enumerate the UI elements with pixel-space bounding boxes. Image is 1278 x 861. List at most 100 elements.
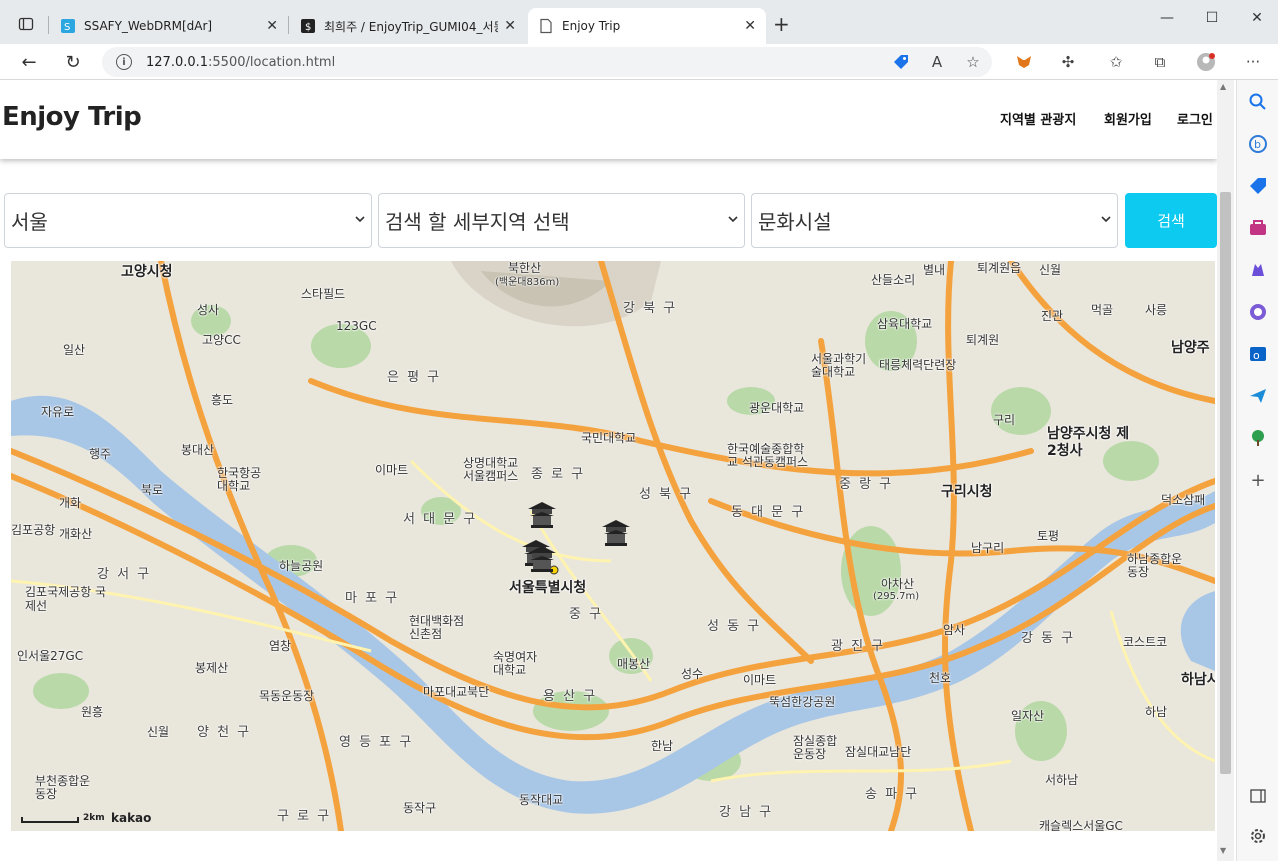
- map-label: 스타필드: [301, 287, 346, 301]
- outlook-icon[interactable]: o: [1248, 344, 1268, 364]
- coupon-tag-icon[interactable]: [891, 52, 911, 72]
- search-form: 서울 검색 할 세부지역 선택 문화시설 검색: [4, 193, 1217, 248]
- page-scrollbar[interactable]: ▲ ▼: [1217, 80, 1234, 861]
- close-tab-icon[interactable]: ✕: [266, 18, 278, 34]
- map-label: 천호: [929, 671, 952, 685]
- palace-marker-icon[interactable]: [525, 499, 559, 533]
- palace-marker-icon[interactable]: [525, 543, 559, 577]
- svg-text:b: b: [1254, 138, 1261, 151]
- scroll-down-arrow-icon[interactable]: ▼: [1220, 846, 1226, 855]
- nav-signup[interactable]: 회원가입: [1104, 109, 1152, 128]
- tools-briefcase-icon[interactable]: [1248, 218, 1268, 238]
- extensions-icon[interactable]: ✣: [1058, 52, 1078, 72]
- map-label: 아차산: [881, 577, 915, 591]
- map-label: 고양시청: [121, 264, 173, 280]
- map-label: 사릉: [1145, 303, 1168, 317]
- bing-chat-icon[interactable]: b: [1248, 134, 1268, 154]
- search-icon[interactable]: [1248, 92, 1268, 112]
- map-label: 중 랑 구: [839, 477, 894, 492]
- svg-text:o: o: [1253, 349, 1260, 362]
- kakao-map[interactable]: 고양시청 스타필드 북한산 (백운대836m) 강 북 구 산들소리 별내 퇴계…: [11, 261, 1215, 831]
- browser-tab-bar: S SSAFY_WebDRM[dAr] ✕ $ 최희주 / EnjoyTrip_…: [0, 0, 1278, 44]
- map-label: 마포대교북단: [423, 685, 490, 699]
- map-label: 김포공항: [11, 523, 56, 537]
- map-label: 목동운동장: [259, 689, 315, 703]
- tab-enjoy-trip[interactable]: Enjoy Trip ✕: [528, 8, 766, 44]
- brand-logo[interactable]: Enjoy Trip: [2, 102, 142, 132]
- map-label: 용 산 구: [543, 689, 598, 704]
- city-hall-label: 서울특별시청: [509, 580, 587, 596]
- close-tab-icon[interactable]: ✕: [504, 18, 516, 34]
- map-label: 한국항공대학교: [217, 466, 262, 493]
- games-icon[interactable]: [1248, 260, 1268, 280]
- gugun-select-value: 검색 할 세부지역 선택: [385, 210, 570, 234]
- tab-github[interactable]: $ 최희주 / EnjoyTrip_GUMI04_서동 ✕: [290, 8, 526, 44]
- map-label: 토평: [1037, 529, 1060, 543]
- map-label: 성사: [197, 303, 220, 317]
- map-label: 중 구: [569, 607, 604, 622]
- tab-actions-icon[interactable]: [14, 12, 38, 36]
- scrollbar-thumb[interactable]: [1220, 192, 1231, 774]
- map-label: 암사: [943, 623, 966, 637]
- sido-select[interactable]: 서울: [4, 193, 372, 248]
- tab-separator: [48, 16, 49, 34]
- add-sidebar-app-icon[interactable]: +: [1248, 470, 1268, 491]
- metamask-extension-icon[interactable]: [1014, 52, 1034, 72]
- microsoft365-icon[interactable]: [1248, 302, 1268, 322]
- search-button[interactable]: 검색: [1125, 193, 1217, 248]
- map-label: 뚝섬한강공원: [769, 695, 836, 709]
- address-bar[interactable]: i 127.0.0.1:5500/location.html: [102, 47, 992, 77]
- settings-more-icon[interactable]: ···: [1243, 52, 1263, 72]
- map-label: 서울과학기술대학교: [811, 352, 867, 379]
- map-label: 성 동 구: [707, 619, 762, 634]
- tab-title: Enjoy Trip: [562, 19, 621, 33]
- github-favicon-icon: $: [300, 18, 316, 34]
- map-label: 퇴계원: [966, 333, 1000, 347]
- new-tab-icon[interactable]: +: [773, 12, 790, 36]
- content-type-select[interactable]: 문화시설: [751, 193, 1118, 248]
- map-label: 일산: [63, 343, 86, 357]
- shopping-tag-icon[interactable]: [1248, 176, 1268, 196]
- svg-text:$: $: [305, 22, 311, 33]
- map-label: 서하남: [1045, 773, 1079, 787]
- map-label: 구리시청: [941, 484, 993, 500]
- nav-login[interactable]: 로그인: [1177, 109, 1213, 128]
- map-label: 삼육대학교: [877, 317, 933, 331]
- map-label: 서 대 문 구: [403, 512, 478, 527]
- minimize-icon[interactable]: —: [1152, 10, 1182, 26]
- map-label: 하남시: [1181, 672, 1215, 688]
- map-label: 남양주시청 제2청사: [1047, 426, 1130, 459]
- nav-regional-attractions[interactable]: 지역별 관광지: [1000, 109, 1076, 128]
- tab-ssafy[interactable]: S SSAFY_WebDRM[dAr] ✕: [50, 8, 288, 44]
- add-favorite-icon[interactable]: ☆: [963, 52, 983, 72]
- map-label: 코스트코: [1123, 635, 1168, 649]
- read-aloud-icon[interactable]: A: [927, 52, 947, 72]
- map-label: 강 동 구: [1021, 631, 1076, 646]
- palace-marker-icon[interactable]: [599, 517, 633, 551]
- gugun-select[interactable]: 검색 할 세부지역 선택: [378, 193, 745, 248]
- map-label: 퇴계원읍: [977, 261, 1022, 275]
- map-label: 동 대 문 구: [731, 505, 806, 520]
- collections-icon[interactable]: ⧉: [1150, 52, 1170, 72]
- favorites-icon[interactable]: ✩: [1106, 52, 1126, 72]
- scroll-up-arrow-icon[interactable]: ▲: [1220, 82, 1226, 91]
- map-label: 강 남 구: [719, 805, 774, 820]
- close-tab-icon[interactable]: ✕: [744, 18, 756, 34]
- site-info-icon[interactable]: i: [116, 54, 132, 70]
- back-arrow-icon[interactable]: ←: [17, 50, 41, 74]
- close-window-icon[interactable]: ✕: [1242, 10, 1272, 26]
- map-label: 현대백화점 신촌점: [409, 614, 465, 641]
- map-label: 자유로: [41, 405, 75, 419]
- maximize-icon[interactable]: ☐: [1197, 10, 1227, 26]
- send-icon[interactable]: [1248, 386, 1268, 406]
- map-label: 흥도: [211, 393, 234, 407]
- sidebar-settings-gear-icon[interactable]: [1248, 826, 1268, 846]
- hide-sidebar-icon[interactable]: [1248, 786, 1268, 806]
- tree-icon[interactable]: [1248, 428, 1268, 448]
- edge-sidebar: b o +: [1236, 80, 1278, 861]
- map-label: 성수: [681, 667, 704, 681]
- map-label: (295.7m): [873, 591, 920, 602]
- profile-avatar[interactable]: [1196, 52, 1216, 72]
- map-label: 염창: [269, 639, 292, 653]
- reload-icon[interactable]: ↻: [61, 50, 85, 74]
